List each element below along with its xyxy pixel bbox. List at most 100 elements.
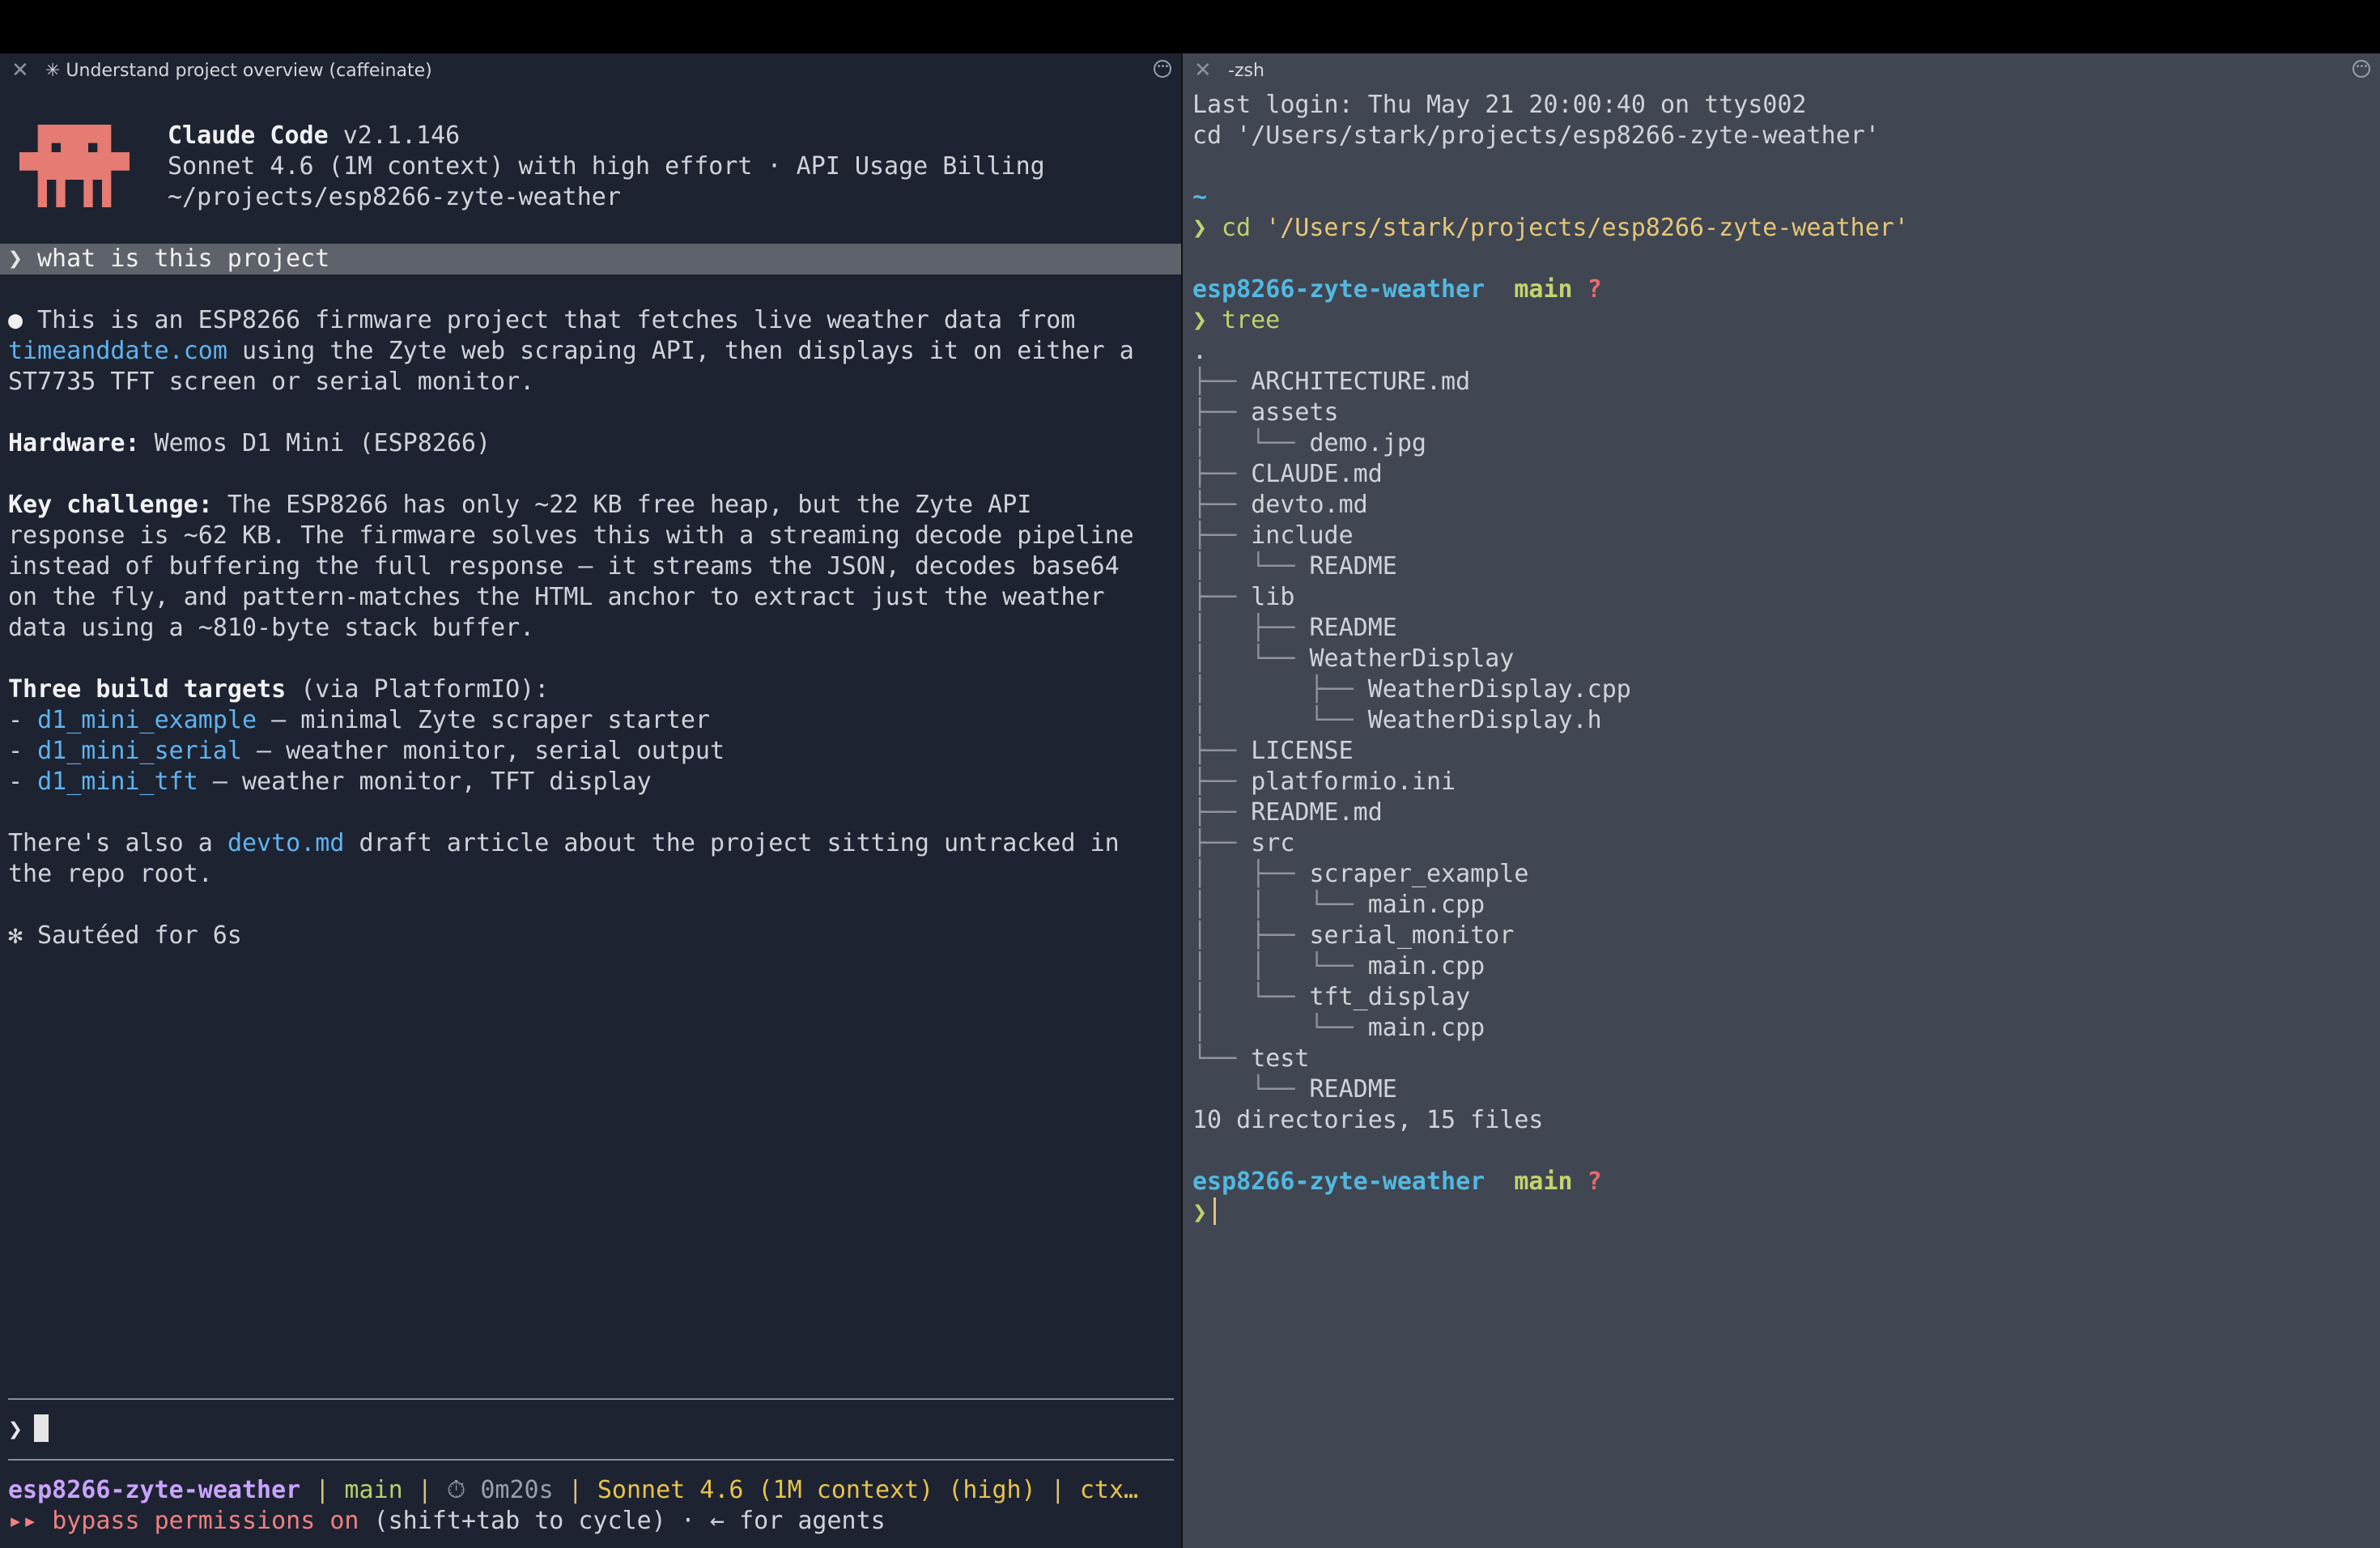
project-path: ~/projects/esp8266-zyte-weather <box>168 183 621 211</box>
target-name[interactable]: d1_mini_example <box>37 706 257 734</box>
tree-entry-name: include <box>1251 521 1354 550</box>
status-branch: main <box>344 1476 403 1504</box>
input-chevron-icon: ❯ <box>8 1415 23 1444</box>
link-devto[interactable]: devto.md <box>227 829 345 857</box>
tree-row: │ └── demo.jpg <box>1183 428 2380 459</box>
response-line: response is ~62 KB. The firmware solves … <box>8 521 1134 550</box>
response-text: using the Zyte web scraping API, then di… <box>227 337 1134 365</box>
last-login-line: Last login: Thu May 21 20:00:40 on ttys0… <box>1192 91 1807 119</box>
tree-row: ├── src <box>1183 828 2380 859</box>
user-prompt-line: ❯ what is this project <box>0 244 1181 274</box>
tree-entry-name: devto.md <box>1251 491 1368 519</box>
close-icon[interactable]: ✕ <box>11 58 29 83</box>
more-options-icon[interactable]: ••• <box>1154 60 1171 78</box>
prompt-chevron-icon: ❯ <box>1192 306 1208 334</box>
window-top-bar <box>0 0 2380 53</box>
hardware-value: Wemos D1 Mini (ESP8266) <box>139 429 491 457</box>
tree-branch-glyph: ├── <box>1192 798 1252 827</box>
tree-branch-glyph: ├── <box>1192 521 1252 550</box>
tree-entry-name: tft_display <box>1309 983 1471 1011</box>
tree-entry-name: CLAUDE.md <box>1251 460 1383 488</box>
key-challenge-line: Key challenge: The ESP8266 has only ~22 … <box>0 490 1181 521</box>
model-line: Sonnet 4.6 (1M context) with high effort… <box>168 152 1045 181</box>
active-input-line[interactable]: ❯ <box>1183 1197 2380 1228</box>
tree-row: │ │ └── main.cpp <box>1183 951 2380 982</box>
status-project: esp8266-zyte-weather <box>8 1476 301 1504</box>
tree-row: ├── assets <box>1183 398 2380 428</box>
tree-branch-glyph: └── <box>1192 1044 1252 1073</box>
tree-entry-name: assets <box>1251 398 1339 427</box>
permission-mode[interactable]: bypass permissions on <box>52 1507 359 1535</box>
input-cursor <box>34 1414 49 1442</box>
prompt-dir: esp8266-zyte-weather <box>1192 1167 1485 1196</box>
zsh-terminal-pane[interactable]: ✕ -zsh ••• Last login: Thu May 21 20:00:… <box>1183 53 2380 1548</box>
tree-branch-glyph: │ ├── <box>1192 860 1310 888</box>
target-name[interactable]: d1_mini_tft <box>37 768 198 796</box>
tree-row: │ └── README <box>1183 551 2380 582</box>
asterisk-icon: ✻ <box>8 921 23 950</box>
tree-entry-name: WeatherDisplay <box>1309 644 1515 673</box>
claude-code-pane[interactable]: ✕ ✳ Understand project overview (caffein… <box>0 53 1181 1548</box>
bullet-icon: ● <box>8 306 23 334</box>
tree-branch-glyph: │ └── <box>1192 706 1368 734</box>
tree-row: └── test <box>1183 1044 2380 1074</box>
tree-entry-name: lib <box>1251 583 1295 611</box>
fast-forward-icon: ▸▸ <box>8 1507 38 1535</box>
tree-entry-name: src <box>1251 829 1295 857</box>
tree-entry-name: README <box>1309 1075 1397 1104</box>
input-line[interactable]: ❯ <box>0 1414 1181 1445</box>
more-options-icon[interactable]: ••• <box>2352 60 2370 78</box>
build-targets-label: Three build targets <box>8 675 287 704</box>
tree-entry-name: README <box>1309 552 1397 580</box>
home-dir-line: ~ <box>1192 183 1208 211</box>
tree-row: │ └── main.cpp <box>1183 1013 2380 1044</box>
tree-row: │ └── WeatherDisplay.h <box>1183 705 2380 736</box>
tree-branch-glyph: │ └── <box>1192 983 1310 1011</box>
tree-branch-glyph: │ ├── <box>1192 614 1310 642</box>
tree-branch-glyph: │ └── <box>1192 644 1310 673</box>
response-text: There's also a <box>8 829 227 857</box>
timing-text: Sautéed for 6s <box>37 921 242 950</box>
status-line: esp8266-zyte-weather | main | ⏱ 0m20s | … <box>8 1476 1139 1504</box>
tree-branch-glyph: │ └── <box>1192 429 1310 457</box>
tree-branch-glyph: │ ├── <box>1192 921 1310 950</box>
tree-row: ├── lib <box>1183 582 2380 613</box>
tree-row: │ ├── scraper_example <box>1183 859 2380 890</box>
response-line: data using a ~810-byte stack buffer. <box>8 614 535 642</box>
tree-branch-glyph: ├── <box>1192 737 1252 765</box>
left-tab-title[interactable]: ✳ Understand project overview (caffeinat… <box>45 61 432 81</box>
tree-row: │ ├── README <box>1183 613 2380 644</box>
tree-branch-glyph: ├── <box>1192 768 1252 796</box>
input-divider <box>8 1398 1174 1400</box>
hardware-line: Hardware: Wemos D1 Mini (ESP8266) <box>0 428 1181 459</box>
tree-entry-name: README <box>1309 614 1397 642</box>
command-name: cd <box>1222 214 1252 242</box>
close-icon[interactable]: ✕ <box>1194 58 1212 83</box>
app-name: Claude Code <box>168 121 329 150</box>
build-targets-line: Three build targets (via PlatformIO): <box>0 674 1181 705</box>
status-elapsed: 0m20s <box>480 1476 554 1504</box>
tree-branch-glyph: ├── <box>1192 368 1252 396</box>
tree-row: │ └── tft_display <box>1183 982 2380 1013</box>
response-line: instead of buffering the full response —… <box>8 552 1120 580</box>
prompt-status: ? <box>1587 275 1602 304</box>
tree-root: . <box>1192 337 1208 365</box>
target-name[interactable]: d1_mini_serial <box>37 737 242 765</box>
tree-row: ├── platformio.ini <box>1183 767 2380 797</box>
tree-entry-name: LICENSE <box>1251 737 1354 765</box>
right-tab-title[interactable]: -zsh <box>1228 61 1264 81</box>
tree-branch-glyph: │ └── <box>1192 552 1310 580</box>
tree-summary: 10 directories, 15 files <box>1192 1106 1544 1134</box>
target-desc: — weather monitor, serial output <box>242 737 725 765</box>
clock-icon: ⏱ <box>446 1476 481 1504</box>
prompt-branch: main <box>1514 1167 1573 1196</box>
target-desc: — minimal Zyte scraper starter <box>257 706 710 734</box>
tree-branch-glyph: │ └── <box>1192 1014 1368 1042</box>
response-line: on the fly, and pattern-matches the HTML… <box>8 583 1105 611</box>
link-timeanddate[interactable]: timeanddate.com <box>8 337 227 365</box>
response-line: ST7735 TFT screen or serial monitor. <box>8 368 535 396</box>
response-line: There's also a devto.md draft article ab… <box>0 828 1181 859</box>
tree-entry-name: serial_monitor <box>1309 921 1515 950</box>
cd-echo-line: cd '/Users/stark/projects/esp8266-zyte-w… <box>1192 121 1880 150</box>
status-divider <box>8 1459 1174 1461</box>
